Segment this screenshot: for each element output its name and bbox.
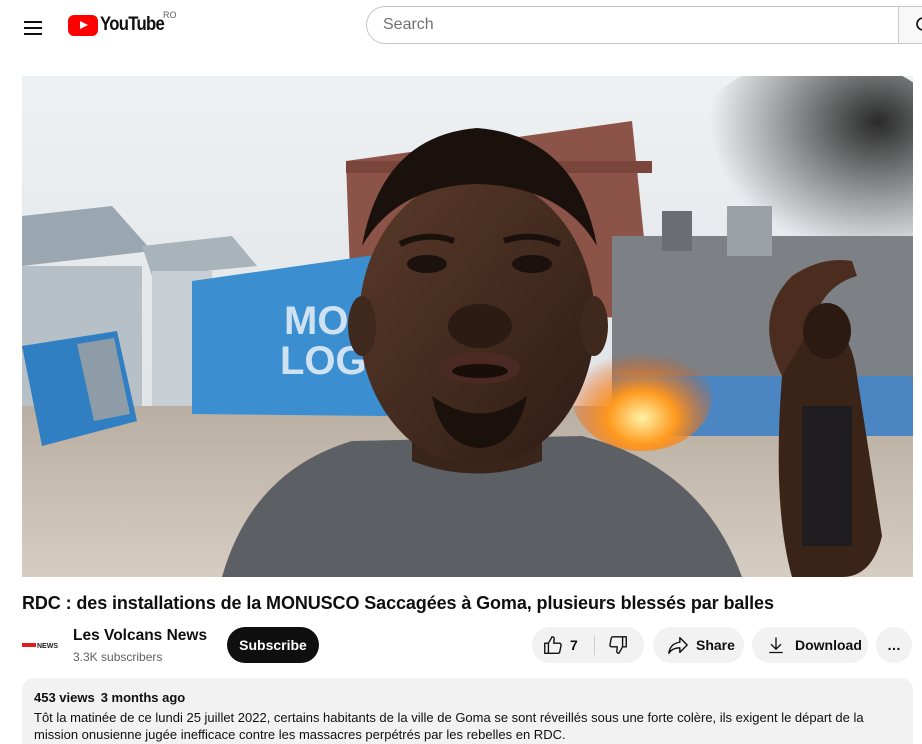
download-icon <box>769 637 783 654</box>
share-label: Share <box>696 637 735 653</box>
download-button[interactable]: Download <box>752 627 868 663</box>
svg-text:MO: MO <box>284 299 348 343</box>
search-icon <box>916 17 922 31</box>
description-box[interactable]: 453 views 3 months ago Tôt la matinée de … <box>22 678 913 744</box>
menu-icon[interactable] <box>20 12 48 40</box>
search-input[interactable] <box>366 6 900 44</box>
subscribe-button[interactable]: Subscribe <box>227 627 319 663</box>
logo-text: YouTube <box>100 14 165 35</box>
video-player[interactable]: MO LOG <box>22 76 913 577</box>
like-button[interactable]: 7 <box>532 627 594 663</box>
description-text: Tôt la matinée de ce lundi 25 juillet 20… <box>34 710 864 742</box>
masthead: YouTube RO <box>0 0 922 56</box>
thumbs-down-icon <box>609 636 627 654</box>
svg-text:NEWS: NEWS <box>37 643 58 650</box>
share-arrow-icon <box>668 636 688 654</box>
download-label: Download <box>795 637 862 653</box>
view-count: 453 views <box>34 690 95 705</box>
channel-avatar[interactable]: NEWS <box>22 630 62 660</box>
youtube-play-icon <box>68 14 98 36</box>
youtube-logo[interactable]: YouTube <box>68 14 173 36</box>
like-count: 7 <box>570 637 578 653</box>
video-frame: MO LOG <box>22 76 913 577</box>
view-info: 453 views 3 months ago <box>34 690 185 705</box>
upload-date: 3 months ago <box>100 690 186 705</box>
like-dislike-group: 7 <box>532 627 644 663</box>
thumbs-up-icon <box>544 636 562 654</box>
share-button[interactable]: Share <box>653 627 744 663</box>
more-actions-button[interactable]: … <box>876 627 912 663</box>
subscriber-count: 3.3K subscribers <box>73 650 163 664</box>
channel-logo-icon: NEWS <box>22 643 58 650</box>
country-code: RO <box>163 10 177 20</box>
channel-name[interactable]: Les Volcans News <box>73 627 207 645</box>
search-button[interactable] <box>898 6 922 44</box>
more-horizontal-icon: … <box>887 637 901 653</box>
video-title: RDC : des installations de la MONUSCO Sa… <box>22 593 774 613</box>
dislike-button[interactable] <box>595 627 644 663</box>
